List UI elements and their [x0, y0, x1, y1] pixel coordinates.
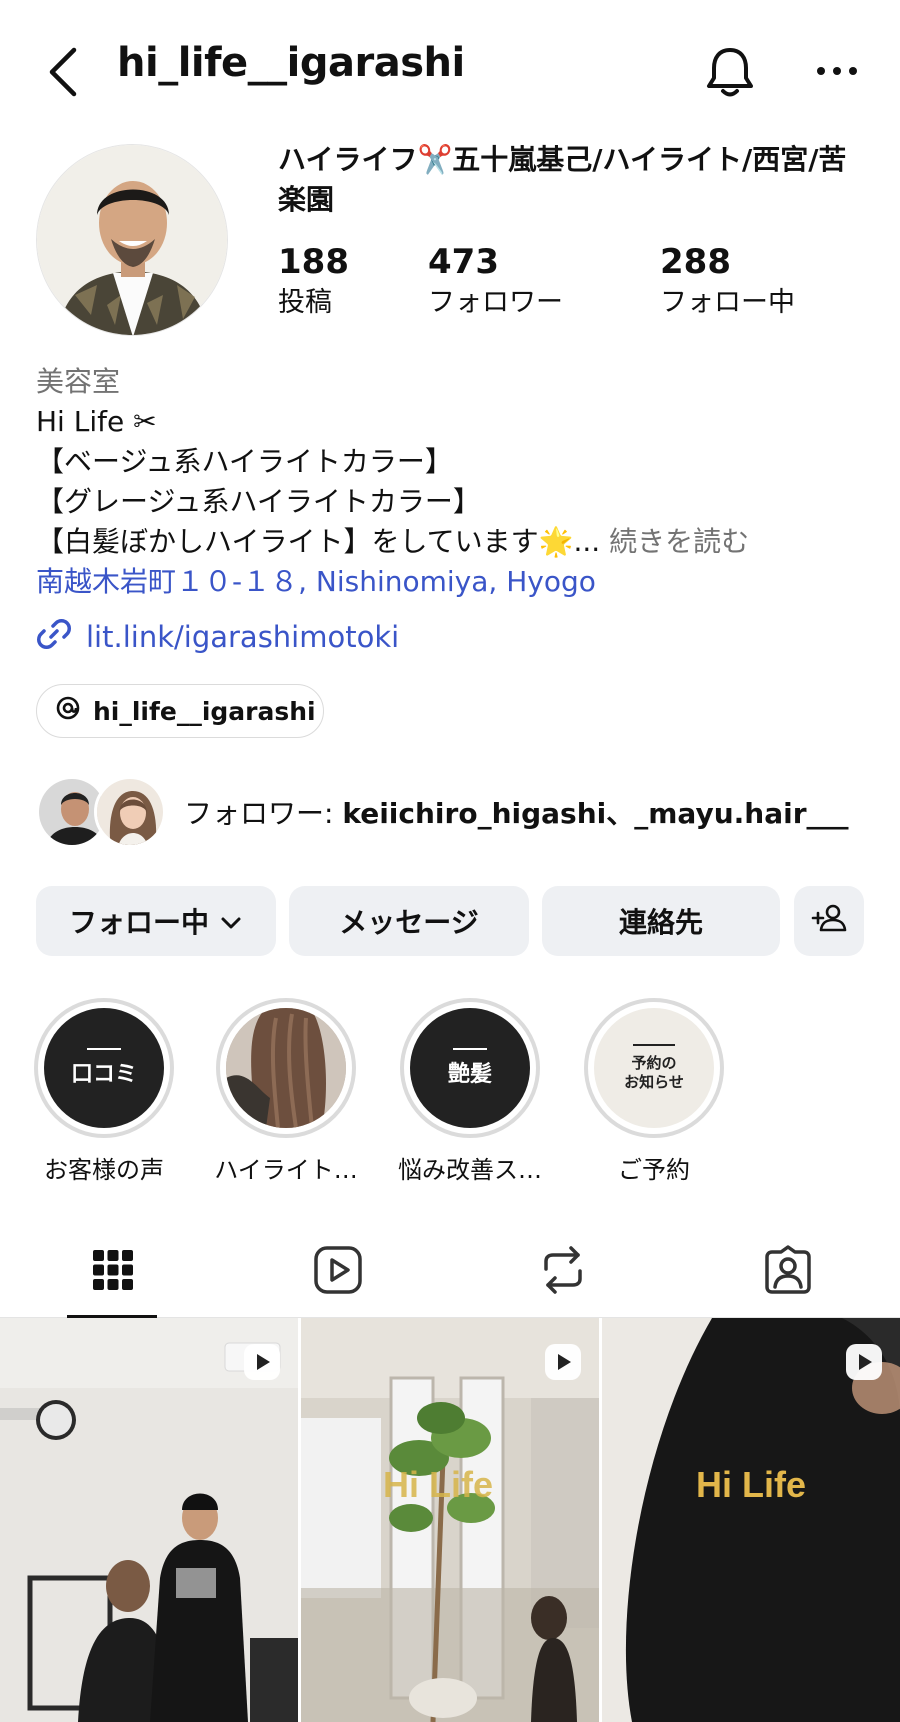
cover-divider: [633, 1044, 675, 1046]
profile-category: 美容室: [36, 365, 121, 398]
contact-button-label: 連絡先: [618, 906, 703, 939]
highlight-cover: [226, 1008, 346, 1128]
following-stat[interactable]: 288 フォロー中: [660, 240, 795, 322]
reels-icon: [313, 1245, 363, 1299]
highlight-photo: [226, 1008, 346, 1128]
threads-handle: hi_life__igarashi: [93, 696, 316, 726]
cover-divider: [87, 1048, 121, 1050]
post-overlay-text: Hi Life: [383, 1464, 494, 1505]
suggest-people-button[interactable]: [794, 886, 864, 956]
location-link[interactable]: 南越木岩町１０-１８, Nishinomiya, Hyogo: [36, 562, 876, 602]
link-icon: [36, 616, 72, 659]
profile-avatar[interactable]: [36, 144, 228, 336]
highlight-cover-text: 予約の お知らせ: [624, 1054, 684, 1091]
highlight-cover: 予約の お知らせ: [594, 1008, 714, 1128]
bio-line-text: 【白髪ぼかしハイライト】をしています🌟...: [36, 525, 601, 558]
external-link[interactable]: lit.link/igarashimotoki: [36, 612, 399, 662]
tab-tagged[interactable]: [675, 1226, 900, 1318]
add-person-icon: [811, 902, 847, 941]
highlight-ring: [216, 998, 356, 1138]
posts-stat[interactable]: 188 投稿: [278, 240, 349, 322]
bio-line: 【グレージュ系ハイライトカラー】: [36, 485, 481, 518]
mutual-followers-names: keiichiro_higashi、_mayu.hair___: [342, 797, 849, 830]
top-bar: hi_life__igarashi: [0, 0, 900, 140]
bio-line: Hi Life ✂: [36, 405, 157, 438]
posts-count: 188: [278, 242, 349, 282]
post-overlay-text: Hi Life: [696, 1464, 807, 1505]
highlight-ring: 艶髪: [400, 998, 540, 1138]
highlight-label: ハイライト…: [214, 1156, 358, 1184]
tab-reposts[interactable]: [450, 1226, 675, 1318]
following-button[interactable]: フォロー中: [36, 886, 276, 956]
cover-divider: [453, 1048, 487, 1050]
following-label: フォロー中: [660, 287, 795, 318]
story-highlight[interactable]: 口コミ お客様の声: [30, 998, 178, 1185]
repost-icon: [540, 1245, 586, 1299]
mutual-followers[interactable]: フォロワー: keiichiro_higashi、_mayu.hair___: [36, 776, 886, 848]
highlight-cover-text: 口コミ: [70, 1062, 137, 1087]
following-count: 288: [660, 242, 731, 282]
message-button-label: メッセージ: [339, 906, 479, 939]
followers-label: フォロワー: [428, 287, 563, 318]
following-button-label: フォロー中: [68, 906, 209, 939]
bell-icon[interactable]: [703, 44, 757, 100]
message-button[interactable]: メッセージ: [289, 886, 529, 956]
mutual-followers-text: フォロワー: keiichiro_higashi、_mayu.hair___: [184, 792, 849, 832]
back-icon[interactable]: [44, 44, 84, 100]
posts-grid: Hi Life Hi Life: [0, 1318, 900, 1722]
tab-posts[interactable]: [0, 1226, 225, 1319]
threads-icon: [55, 695, 81, 727]
highlight-label: ご予約: [618, 1156, 690, 1184]
more-options-icon[interactable]: [812, 56, 862, 86]
highlight-cover-text: 艶髪: [447, 1062, 492, 1087]
profile-username: hi_life__igarashi: [117, 40, 465, 86]
profile-tabs: [0, 1226, 900, 1319]
grid-post[interactable]: Hi Life: [301, 1318, 599, 1722]
mutual-followers-prefix: フォロワー:: [184, 797, 343, 830]
tagged-icon: [763, 1245, 813, 1299]
highlight-ring: 予約の お知らせ: [584, 998, 724, 1138]
followers-count: 473: [428, 242, 499, 282]
story-highlight[interactable]: 艶髪 悩み改善ス…: [396, 998, 544, 1185]
mutual-avatar: [94, 776, 166, 848]
profile-display-name: ハイライフ✂️五十嵐基己/ハイライト/西宮/苦楽園: [278, 143, 847, 216]
posts-label: 投稿: [278, 287, 332, 318]
highlight-label: 悩み改善ス…: [398, 1156, 542, 1184]
highlight-label: お客様の声: [44, 1156, 164, 1184]
story-highlight[interactable]: ハイライト…: [212, 998, 360, 1185]
highlight-ring: 口コミ: [34, 998, 174, 1138]
reel-indicator-icon: [844, 1342, 884, 1382]
highlight-cover: 口コミ: [44, 1008, 164, 1128]
grid-post[interactable]: [0, 1318, 298, 1722]
bio-line: 【ベージュ系ハイライトカラー】: [36, 445, 453, 478]
story-highlight[interactable]: 予約の お知らせ ご予約: [580, 998, 728, 1185]
grid-icon: [91, 1248, 135, 1296]
external-link-text: lit.link/igarashimotoki: [86, 620, 400, 654]
threads-badge[interactable]: hi_life__igarashi: [36, 684, 324, 738]
contact-button[interactable]: 連絡先: [542, 886, 780, 956]
followers-stat[interactable]: 473 フォロワー: [428, 240, 563, 322]
reel-indicator-icon: [543, 1342, 583, 1382]
bio-line: 【白髪ぼかしハイライト】をしています🌟... 続きを読む: [36, 522, 876, 562]
grid-post[interactable]: Hi Life: [602, 1318, 900, 1722]
chevron-down-icon: [219, 905, 243, 938]
read-more-link[interactable]: 続きを読む: [600, 525, 749, 558]
profile-bio: 美容室 Hi Life ✂ 【ベージュ系ハイライトカラー】 【グレージュ系ハイラ…: [36, 362, 876, 602]
tab-reels[interactable]: [225, 1226, 450, 1318]
reel-indicator-icon: [242, 1342, 282, 1382]
highlight-cover: 艶髪: [410, 1008, 530, 1128]
